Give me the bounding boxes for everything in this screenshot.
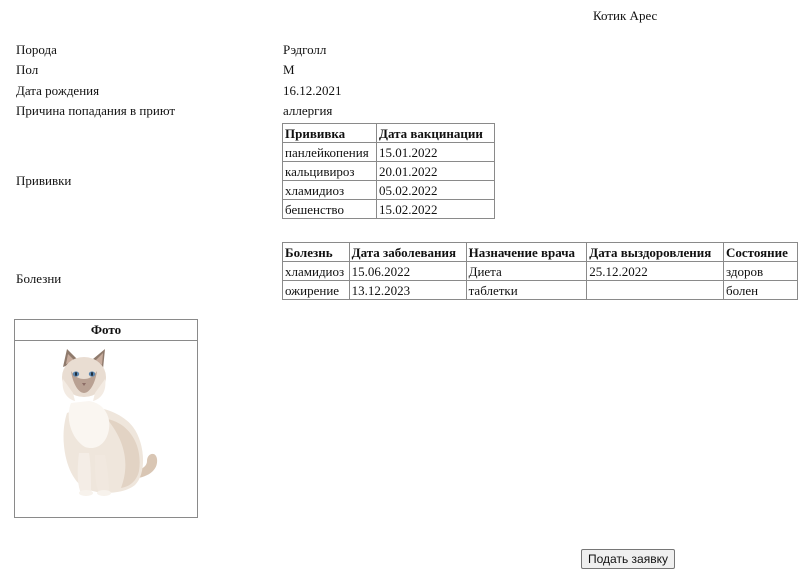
table-header-row: Болезнь Дата заболевания Назначение врач… xyxy=(282,242,798,262)
table-row: хламидиоз 05.02.2022 xyxy=(282,180,495,200)
photo-panel: Фото xyxy=(14,319,198,518)
column-header: Состояние xyxy=(722,242,798,262)
table-row: хламидиоз 15.06.2022 Диета 25.12.2022 зд… xyxy=(282,261,798,281)
diseases-table: Болезнь Дата заболевания Назначение врач… xyxy=(282,242,798,300)
column-header: Дата выздоровления xyxy=(586,242,724,262)
diseases-label: Болезни xyxy=(16,271,62,286)
table-row: ожирение 13.12.2023 таблетки болен xyxy=(282,280,798,300)
cat-photo xyxy=(62,349,158,496)
birth-date-value: 16.12.2021 xyxy=(283,83,342,98)
column-header: Болезнь xyxy=(282,242,350,262)
table-cell: бешенство xyxy=(282,199,377,219)
breed-label: Порода xyxy=(16,42,57,57)
table-cell: здоров xyxy=(722,261,798,281)
table-cell: 20.01.2022 xyxy=(376,161,495,181)
table-cell: панлейкопения xyxy=(282,142,377,162)
page-title: Котик Арес xyxy=(593,8,658,23)
table-cell: 13.12.2023 xyxy=(348,280,467,300)
photo-header: Фото xyxy=(15,320,197,341)
table-cell: 15.02.2022 xyxy=(376,199,495,219)
breed-value: Рэдголл xyxy=(283,42,327,57)
table-cell: ожирение xyxy=(282,280,350,300)
table-cell: 15.06.2022 xyxy=(348,261,467,281)
column-header: Дата заболевания xyxy=(348,242,467,262)
table-cell: 05.02.2022 xyxy=(376,180,495,200)
table-cell: таблетки xyxy=(465,280,588,300)
table-cell: 25.12.2022 xyxy=(586,261,724,281)
sex-label: Пол xyxy=(16,62,39,77)
table-cell xyxy=(586,280,724,300)
table-cell: хламидиоз xyxy=(282,261,350,281)
table-row: кальцивироз 20.01.2022 xyxy=(282,161,495,181)
sex-value: М xyxy=(283,62,295,77)
submit-application-button[interactable]: Подать заявку xyxy=(581,549,675,569)
table-cell: Диета xyxy=(465,261,588,281)
vaccinations-table: Прививка Дата вакцинации панлейкопения 1… xyxy=(282,123,495,219)
vaccinations-label: Прививки xyxy=(16,173,72,188)
shelter-reason-label: Причина попадания в приют xyxy=(16,103,176,118)
table-cell: болен xyxy=(722,280,798,300)
birth-date-label: Дата рождения xyxy=(16,83,100,98)
table-row: панлейкопения 15.01.2022 xyxy=(282,142,495,162)
column-header: Прививка xyxy=(282,123,377,143)
table-cell: 15.01.2022 xyxy=(376,142,495,162)
table-row: бешенство 15.02.2022 xyxy=(282,199,495,219)
table-cell: кальцивироз xyxy=(282,161,377,181)
table-cell: хламидиоз xyxy=(282,180,377,200)
shelter-reason-value: аллергия xyxy=(283,103,333,118)
table-header-row: Прививка Дата вакцинации xyxy=(282,123,495,143)
column-header: Дата вакцинации xyxy=(376,123,495,143)
column-header: Назначение врача xyxy=(465,242,588,262)
